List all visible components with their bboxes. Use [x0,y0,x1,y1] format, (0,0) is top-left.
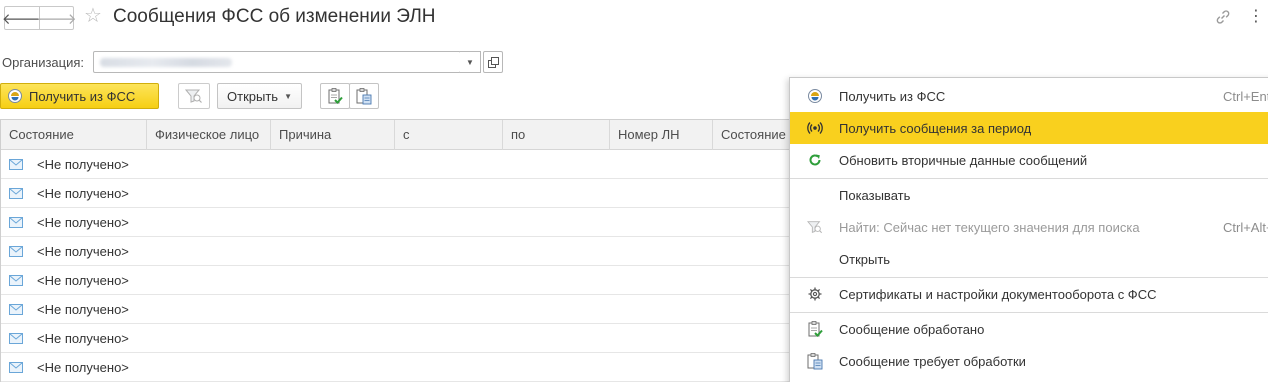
doc-pending-icon [807,352,823,369]
envelope-icon [9,245,23,257]
menu-item-message-processed[interactable]: Сообщение обработано [790,313,1268,345]
envelope-icon [9,187,23,199]
open-label: Открыть [227,88,279,104]
envelope-icon [9,216,23,228]
menu-item-open[interactable]: Открыть [790,243,1268,275]
table-row[interactable]: <Не получено> [1,353,801,382]
column-header[interactable]: Состояние [713,120,801,150]
table-row[interactable]: <Не получено> [1,266,801,295]
link-icon[interactable] [1214,8,1232,26]
fss-icon [8,89,22,103]
menu-item-find: Найти: Сейчас нет текущего значения для … [790,211,1268,243]
fss-icon [808,89,822,103]
column-header[interactable]: Причина [271,120,395,150]
menu-item-label: Сообщение обработано [839,321,985,337]
doc-pending-icon [356,87,372,104]
organization-field[interactable] [93,51,461,73]
table-row[interactable]: <Не получено> [1,295,801,324]
menu-item-label: Сертификаты и настройки документооборота… [839,286,1157,302]
menu-item-shortcut: Ctrl+Enter [1223,88,1268,104]
menu-item-label: Открыть [839,251,891,267]
menu-item-show[interactable]: Показывать [790,179,1268,211]
arrow-right-icon: 🡒 [36,10,77,28]
page-title: Сообщения ФСС об изменении ЭЛН [113,6,436,27]
table-header: Состояние Физическое лицо Причина с по Н… [1,120,801,150]
status-cell: <Не получено> [37,185,129,201]
doc-check-icon [328,87,343,104]
menu-item-shortcut: Ctrl+Alt+F [1223,219,1268,235]
status-cell: <Не получено> [37,330,129,346]
organization-dropdown-button[interactable]: ▼ [460,51,481,73]
search-filter-icon [807,221,823,234]
envelope-icon [9,274,23,286]
menu-item-label: Получить сообщения за период [839,120,1032,136]
redacted-organization-value [100,58,232,67]
signal-icon [807,122,823,134]
forward-button[interactable]: 🡒 [36,7,77,29]
favorite-star-icon[interactable]: ☆ [84,4,102,28]
triangle-down-icon: ▼ [466,57,474,67]
table-row[interactable]: <Не получено> [1,150,801,179]
menu-item-label: Обновить вторичные данные сообщений [839,152,1088,168]
status-cell: <Не получено> [37,243,129,259]
menu-item-label: Найти: Сейчас нет текущего значения для … [839,219,1140,235]
search-filter-icon [185,89,202,103]
menu-item-get-messages-for-period[interactable]: Получить сообщения за период [790,112,1268,144]
status-cell: <Не получено> [37,301,129,317]
status-cell: <Не получено> [37,272,129,288]
get-from-fss-label: Получить из ФСС [29,88,136,104]
triangle-down-icon: ▼ [284,91,292,101]
menu-item-get-from-fss[interactable]: Получить из ФСС Ctrl+Enter [790,80,1268,112]
messages-table: Состояние Физическое лицо Причина с по Н… [0,119,801,382]
menu-item-label: Получить из ФСС [839,88,946,104]
menu-item-refresh-secondary-data[interactable]: Обновить вторичные данные сообщений [790,144,1268,176]
open-window-icon [487,56,499,68]
mark-processed-button[interactable] [320,83,350,109]
doc-check-icon [808,320,823,337]
table-row[interactable]: <Не получено> [1,179,801,208]
menu-item-certificates-settings[interactable]: Сертификаты и настройки документооборота… [790,278,1268,310]
column-header[interactable]: Номер ЛН [610,120,713,150]
gear-icon [808,287,822,301]
navigation-buttons: 🡐 🡒 [2,6,77,30]
envelope-icon [9,361,23,373]
column-header[interactable]: по [503,120,610,150]
open-menu-button[interactable]: Открыть ▼ [217,83,302,109]
table-row[interactable]: <Не получено> [1,237,801,266]
context-menu: Получить из ФСС Ctrl+Enter Получить сооб… [789,77,1268,382]
envelope-icon [9,158,23,170]
envelope-icon [9,303,23,315]
status-cell: <Не получено> [37,156,129,172]
refresh-icon [809,154,821,166]
organization-open-button[interactable] [483,51,503,73]
table-row[interactable]: <Не получено> [1,324,801,353]
status-cell: <Не получено> [37,214,129,230]
mark-needs-processing-button[interactable] [349,83,379,109]
get-from-fss-button[interactable]: Получить из ФСС [0,83,159,109]
menu-item-label: Показывать [839,187,911,203]
menu-item-message-needs-processing[interactable]: Сообщение требует обработки [790,345,1268,377]
column-header[interactable]: Физическое лицо [147,120,271,150]
envelope-icon [9,332,23,344]
menu-item-label: Сообщение требует обработки [839,353,1026,369]
more-actions-icon[interactable]: ⋮ [1248,8,1264,26]
table-row[interactable]: <Не получено> [1,208,801,237]
back-button[interactable]: 🡐 [2,7,42,29]
column-header[interactable]: Состояние [1,120,147,150]
filter-button[interactable] [178,83,210,109]
organization-label: Организация: [2,55,85,70]
status-cell: <Не получено> [37,359,129,375]
column-header[interactable]: с [395,120,503,150]
